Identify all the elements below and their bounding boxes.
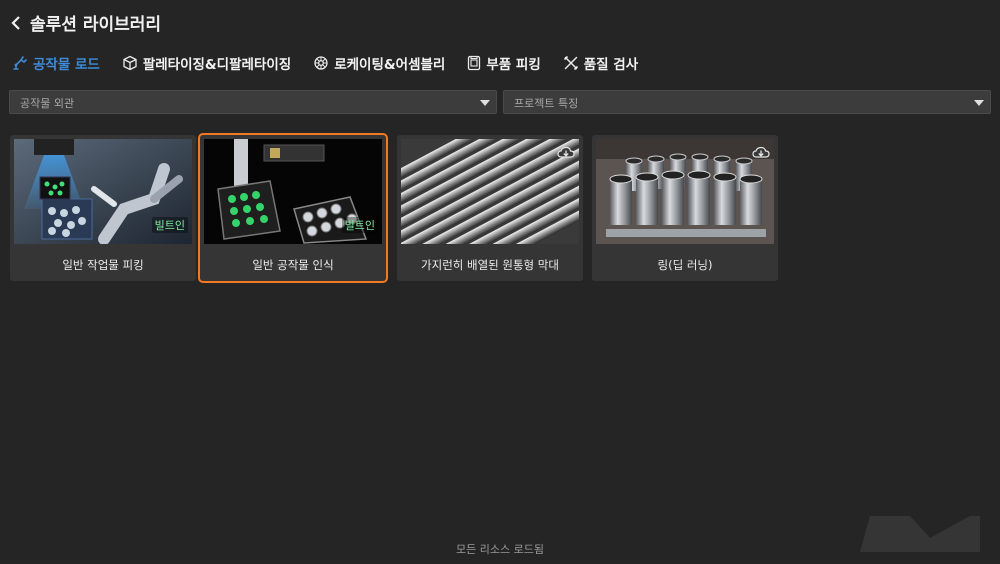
tab-palletizing[interactable]: 팔레타이징&디팔레타이징 [122, 53, 291, 73]
solution-card-general-recognition[interactable]: 빌트인 일반 공작물 인식 [198, 133, 388, 283]
solution-thumbnail [401, 139, 579, 244]
tab-label: 품질 검사 [583, 57, 639, 73]
tab-label: 팔레타이징&디팔레타이징 [142, 57, 292, 73]
card-label: 일반 작업물 피킹 [62, 258, 144, 272]
header: 솔루션 라이브러리 [8, 10, 161, 35]
solution-card-general-picking[interactable]: 빌트인 일반 작업물 피킹 [10, 135, 196, 281]
card-label: 링(딥 러닝) [657, 258, 713, 272]
solution-thumbnail [596, 139, 774, 244]
tab-workpiece-loading[interactable]: 공작물 로드 [12, 53, 100, 73]
robot-arm-icon [12, 55, 28, 71]
tab-locating-assembly[interactable]: 로케이팅&어셈블리 [313, 53, 445, 73]
workpiece-appearance-select[interactable]: 공작물 외관 [9, 90, 497, 114]
tab-parts-picking[interactable]: 부품 피킹 [467, 53, 541, 73]
tab-label: 로케이팅&어셈블리 [334, 57, 446, 73]
tools-icon [563, 55, 579, 71]
gear-icon [313, 55, 329, 71]
solution-card-ring-deep-learning[interactable]: 링(딥 러닝) [592, 135, 778, 281]
solution-card-aligned-rods[interactable]: 가지런히 배열된 원통형 막대 [397, 135, 583, 281]
cloud-download-icon[interactable] [557, 145, 575, 159]
select-value: 프로젝트 특징 [514, 97, 579, 110]
project-feature-select[interactable]: 프로젝트 특징 [503, 90, 991, 114]
card-label: 일반 공작물 인식 [252, 258, 334, 272]
box-icon [122, 55, 138, 71]
select-value: 공작물 외관 [20, 97, 75, 110]
builtin-badge: 빌트인 [341, 217, 378, 233]
cloud-download-icon[interactable] [752, 145, 770, 159]
card-label: 가지런히 배열된 원통형 막대 [421, 258, 559, 272]
caret-down-icon [974, 100, 984, 106]
tab-quality-inspection[interactable]: 품질 검사 [563, 53, 638, 73]
chevron-left-icon[interactable] [8, 12, 24, 34]
category-tabs: 공작물 로드 팔레타이징&디팔레타이징 로케이팅&어셈블리 부품 피킹 품질 검… [12, 52, 660, 74]
tab-label: 부품 피킹 [486, 57, 541, 73]
page-title: 솔루션 라이브러리 [30, 15, 162, 35]
caret-down-icon [480, 100, 490, 106]
tab-label: 공작물 로드 [33, 57, 100, 73]
parts-bin-icon [467, 55, 481, 71]
watermark-graphic [850, 508, 990, 560]
builtin-badge: 빌트인 [151, 217, 188, 233]
